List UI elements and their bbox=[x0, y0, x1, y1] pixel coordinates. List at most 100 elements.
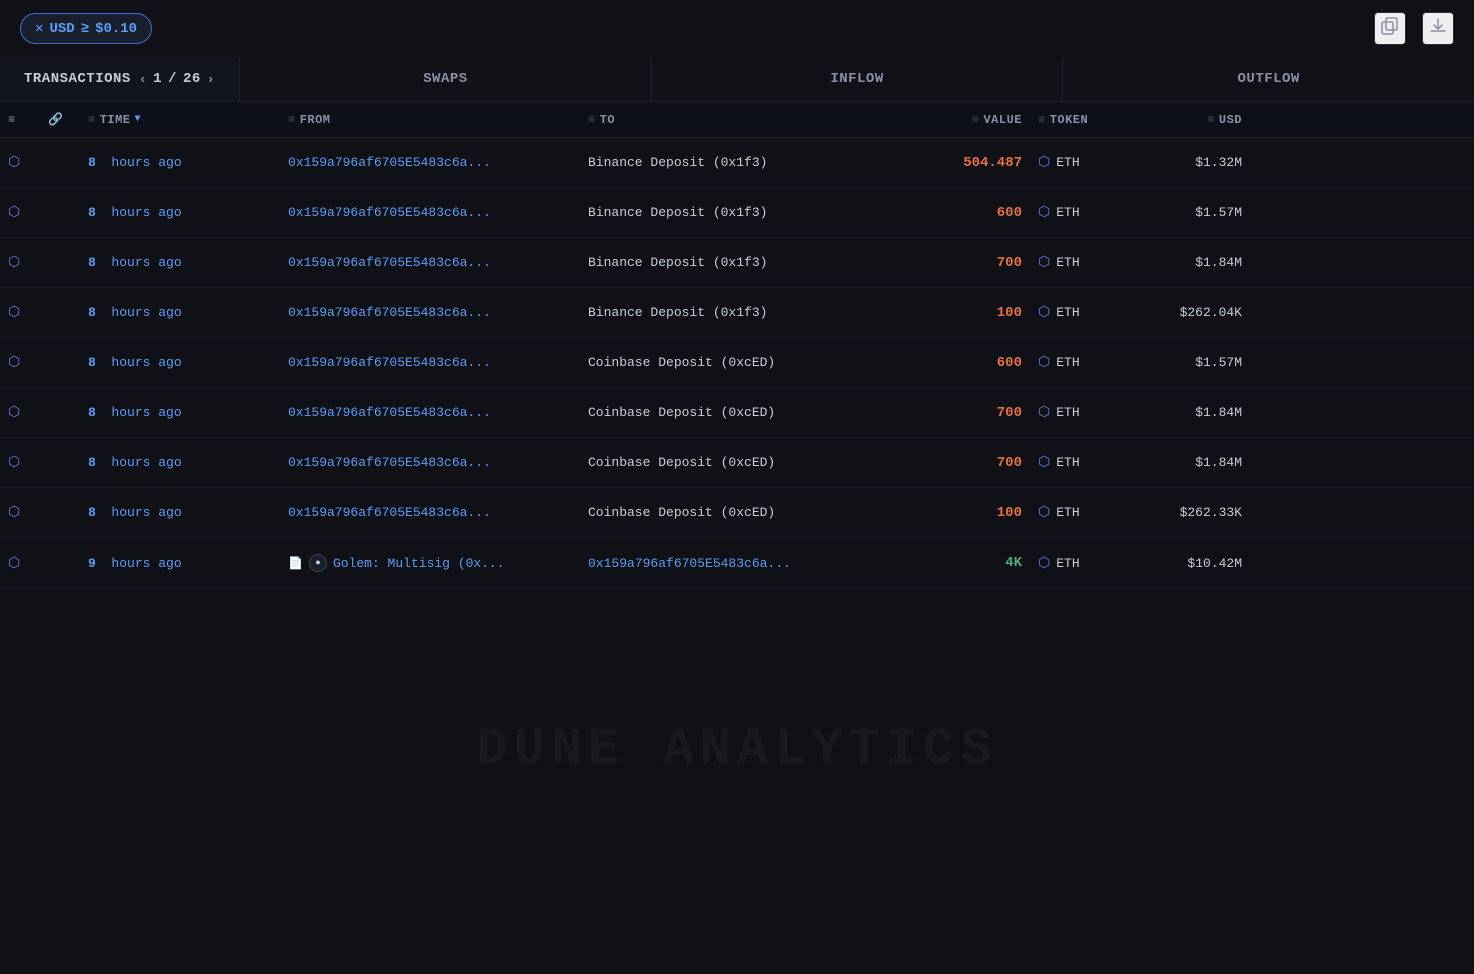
to-cell[interactable]: Binance Deposit (0x1f3) bbox=[580, 305, 900, 320]
col-time[interactable]: ≡ TIME ▼ bbox=[80, 113, 280, 127]
token-icon: ⬡ bbox=[1038, 504, 1050, 521]
tab-inflow[interactable]: INFLOW bbox=[652, 57, 1064, 101]
page-current: 1 bbox=[153, 71, 162, 87]
token-icon: ⬡ bbox=[1038, 304, 1050, 321]
from-cell[interactable]: 0x159a796af6705E5483c6a... bbox=[280, 505, 580, 520]
prev-page-button[interactable]: ‹ bbox=[139, 72, 147, 87]
eth-chain-icon: ⬡ bbox=[8, 304, 20, 321]
from-address[interactable]: 0x159a796af6705E5483c6a... bbox=[288, 505, 491, 520]
value-amount: 100 bbox=[997, 505, 1022, 521]
to-cell[interactable]: Binance Deposit (0x1f3) bbox=[580, 155, 900, 170]
col-usd[interactable]: ≡ USD bbox=[1140, 113, 1250, 127]
table-row[interactable]: ⬡ 8 hours ago 0x159a796af6705E5483c6a...… bbox=[0, 438, 1474, 488]
to-address[interactable]: Coinbase Deposit (0xcED) bbox=[588, 405, 775, 420]
table-row[interactable]: ⬡ 8 hours ago 0x159a796af6705E5483c6a...… bbox=[0, 388, 1474, 438]
to-cell[interactable]: Binance Deposit (0x1f3) bbox=[580, 255, 900, 270]
time-cell: 9 hours ago bbox=[80, 556, 280, 571]
col-filter-icon[interactable]: ≡ bbox=[0, 113, 40, 127]
to-cell[interactable]: Coinbase Deposit (0xcED) bbox=[580, 505, 900, 520]
time-label[interactable]: TIME bbox=[100, 113, 131, 127]
from-address[interactable]: 0x159a796af6705E5483c6a... bbox=[288, 405, 491, 420]
to-cell[interactable]: Coinbase Deposit (0xcED) bbox=[580, 355, 900, 370]
from-cell[interactable]: 0x159a796af6705E5483c6a... bbox=[280, 405, 580, 420]
from-address[interactable]: 0x159a796af6705E5483c6a... bbox=[288, 155, 491, 170]
time-value: 8 hours ago bbox=[88, 455, 182, 470]
usd-cell: $262.33K bbox=[1140, 505, 1250, 520]
token-cell: ⬡ ETH bbox=[1030, 204, 1140, 221]
token-label: TOKEN bbox=[1050, 113, 1089, 127]
from-address[interactable]: 0x159a796af6705E5483c6a... bbox=[288, 455, 491, 470]
to-address[interactable]: Binance Deposit (0x1f3) bbox=[588, 255, 767, 270]
col-from[interactable]: ≡ FROM bbox=[280, 113, 580, 127]
to-address[interactable]: Binance Deposit (0x1f3) bbox=[588, 155, 767, 170]
from-cell[interactable]: 0x159a796af6705E5483c6a... bbox=[280, 205, 580, 220]
time-value: 8 hours ago bbox=[88, 355, 182, 370]
usd-cell: $1.84M bbox=[1140, 405, 1250, 420]
filter-chip[interactable]: ✕ USD ≥ $0.10 bbox=[20, 13, 152, 44]
to-cell[interactable]: Binance Deposit (0x1f3) bbox=[580, 205, 900, 220]
col-to[interactable]: ≡ TO bbox=[580, 113, 900, 127]
time-hours: 9 bbox=[88, 556, 96, 571]
close-icon[interactable]: ✕ bbox=[35, 20, 43, 37]
time-sort-icon[interactable]: ▼ bbox=[135, 114, 142, 125]
value-cell: 700 bbox=[900, 455, 1030, 471]
value-filter-icon: ≡ bbox=[972, 113, 980, 127]
time-hours: 8 bbox=[88, 405, 96, 420]
to-cell[interactable]: Coinbase Deposit (0xcED) bbox=[580, 405, 900, 420]
to-address[interactable]: Binance Deposit (0x1f3) bbox=[588, 205, 767, 220]
token-cell: ⬡ ETH bbox=[1030, 154, 1140, 171]
from-cell[interactable]: 0x159a796af6705E5483c6a... bbox=[280, 155, 580, 170]
table-row[interactable]: ⬡ 8 hours ago 0x159a796af6705E5483c6a...… bbox=[0, 288, 1474, 338]
table-row[interactable]: ⬡ 9 hours ago 📄 ● Golem: Multisig (0x...… bbox=[0, 538, 1474, 589]
to-cell[interactable]: Coinbase Deposit (0xcED) bbox=[580, 455, 900, 470]
from-cell[interactable]: 0x159a796af6705E5483c6a... bbox=[280, 255, 580, 270]
to-address[interactable]: Coinbase Deposit (0xcED) bbox=[588, 355, 775, 370]
from-cell[interactable]: 0x159a796af6705E5483c6a... bbox=[280, 305, 580, 320]
token-name: ETH bbox=[1056, 355, 1079, 370]
to-label: TO bbox=[600, 113, 615, 127]
token-filter-icon: ≡ bbox=[1038, 113, 1046, 127]
token-name: ETH bbox=[1056, 556, 1079, 571]
to-address[interactable]: Coinbase Deposit (0xcED) bbox=[588, 505, 775, 520]
token-icon: ⬡ bbox=[1038, 354, 1050, 371]
from-cell[interactable]: 0x159a796af6705E5483c6a... bbox=[280, 455, 580, 470]
eth-chain-icon: ⬡ bbox=[8, 354, 20, 371]
table-row[interactable]: ⬡ 8 hours ago 0x159a796af6705E5483c6a...… bbox=[0, 488, 1474, 538]
from-address[interactable]: Golem: Multisig (0x... bbox=[333, 556, 505, 571]
filter-rows-icon[interactable]: ≡ bbox=[8, 113, 16, 127]
value-cell: 100 bbox=[900, 305, 1030, 321]
time-filter-icon: ≡ bbox=[88, 113, 96, 127]
from-cell[interactable]: 📄 ● Golem: Multisig (0x... bbox=[280, 554, 580, 572]
table-row[interactable]: ⬡ 8 hours ago 0x159a796af6705E5483c6a...… bbox=[0, 338, 1474, 388]
from-label: FROM bbox=[300, 113, 331, 127]
token-cell: ⬡ ETH bbox=[1030, 555, 1140, 572]
token-cell: ⬡ ETH bbox=[1030, 254, 1140, 271]
filter-geq-icon: ≥ bbox=[81, 21, 89, 37]
col-token[interactable]: ≡ TOKEN bbox=[1030, 113, 1140, 127]
token-icon: ⬡ bbox=[1038, 454, 1050, 471]
chain-icon-cell: ⬡ bbox=[0, 504, 40, 521]
to-address[interactable]: Binance Deposit (0x1f3) bbox=[588, 305, 767, 320]
from-address[interactable]: 0x159a796af6705E5483c6a... bbox=[288, 255, 491, 270]
download-button[interactable] bbox=[1422, 12, 1454, 45]
from-address[interactable]: 0x159a796af6705E5483c6a... bbox=[288, 205, 491, 220]
value-cell: 100 bbox=[900, 505, 1030, 521]
from-cell[interactable]: 0x159a796af6705E5483c6a... bbox=[280, 355, 580, 370]
next-page-button[interactable]: › bbox=[207, 72, 215, 87]
token-cell: ⬡ ETH bbox=[1030, 354, 1140, 371]
from-address[interactable]: 0x159a796af6705E5483c6a... bbox=[288, 355, 491, 370]
table-row[interactable]: ⬡ 8 hours ago 0x159a796af6705E5483c6a...… bbox=[0, 238, 1474, 288]
value-amount: 600 bbox=[997, 205, 1022, 221]
col-value[interactable]: ≡ VALUE bbox=[900, 113, 1030, 127]
eth-chain-icon: ⬡ bbox=[8, 254, 20, 271]
to-address[interactable]: 0x159a796af6705E5483c6a... bbox=[588, 556, 791, 571]
to-cell[interactable]: 0x159a796af6705E5483c6a... bbox=[580, 556, 900, 571]
table-row[interactable]: ⬡ 8 hours ago 0x159a796af6705E5483c6a...… bbox=[0, 138, 1474, 188]
tab-swaps[interactable]: SWAPS bbox=[240, 57, 652, 101]
from-address[interactable]: 0x159a796af6705E5483c6a... bbox=[288, 305, 491, 320]
tab-transactions[interactable]: TRANSACTIONS ‹ 1 / 26 › bbox=[0, 57, 240, 101]
tab-outflow[interactable]: OUTFLOW bbox=[1063, 57, 1474, 101]
to-address[interactable]: Coinbase Deposit (0xcED) bbox=[588, 455, 775, 470]
copy-button[interactable] bbox=[1374, 12, 1406, 45]
table-row[interactable]: ⬡ 8 hours ago 0x159a796af6705E5483c6a...… bbox=[0, 188, 1474, 238]
